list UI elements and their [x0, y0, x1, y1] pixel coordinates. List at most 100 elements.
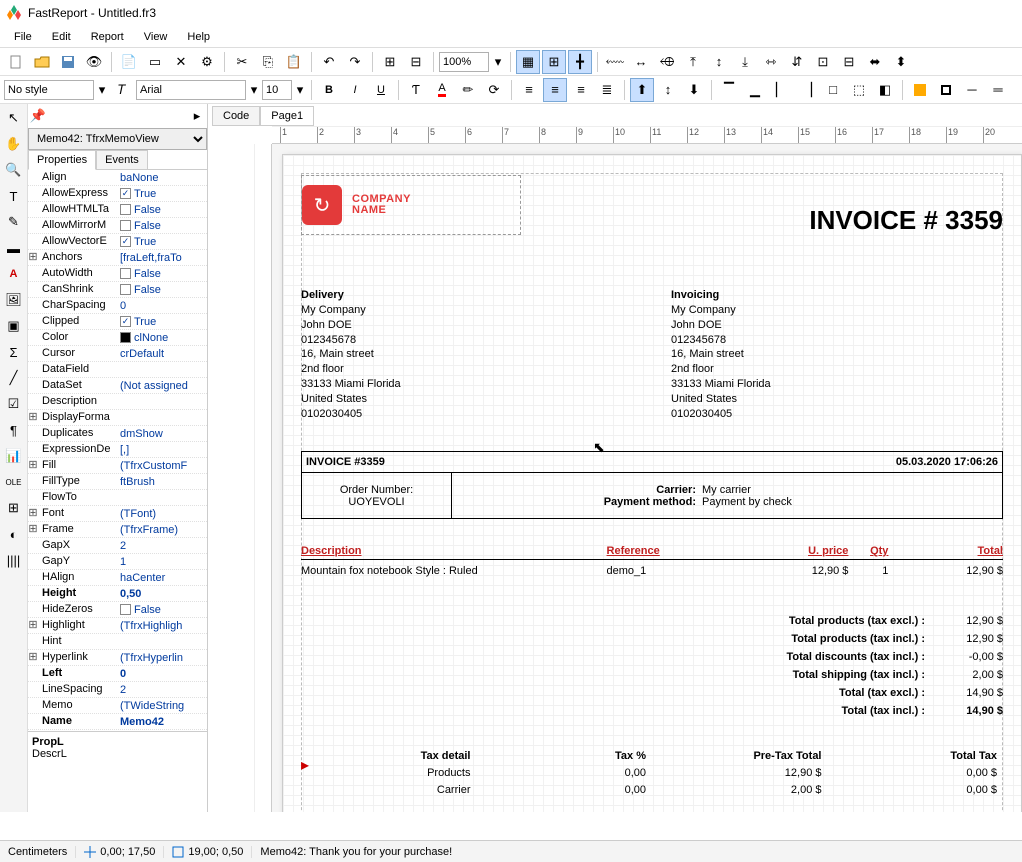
text-center-button[interactable]: ≡: [543, 78, 567, 102]
prop-row[interactable]: DuplicatesdmShow: [28, 426, 207, 442]
preview-button[interactable]: 👁: [82, 50, 106, 74]
prop-row[interactable]: AutoWidthFalse: [28, 266, 207, 282]
zoom-dropdown[interactable]: ▾: [491, 50, 505, 74]
italic-button[interactable]: I: [343, 78, 367, 102]
tab-events[interactable]: Events: [96, 150, 148, 169]
save-button[interactable]: [56, 50, 80, 74]
prop-row[interactable]: ⊞Fill(TfrxCustomF: [28, 458, 207, 474]
chart-tool[interactable]: 📊: [2, 444, 26, 468]
undo-button[interactable]: ↶: [317, 50, 341, 74]
prop-row[interactable]: AllowMirrorMFalse: [28, 218, 207, 234]
format-tool[interactable]: ✎: [2, 210, 26, 234]
cut-button[interactable]: ✂: [230, 50, 254, 74]
line-item-row[interactable]: Mountain fox notebook Style : Ruled demo…: [301, 565, 1003, 577]
prop-row[interactable]: ExpressionDe[,]: [28, 442, 207, 458]
new-dialog-button[interactable]: ▭: [143, 50, 167, 74]
prop-row[interactable]: DataSet(Not assigned: [28, 378, 207, 394]
rotate-button[interactable]: ⟳: [482, 78, 506, 102]
frame-right-button[interactable]: ▕: [795, 78, 819, 102]
prop-row[interactable]: Hint: [28, 634, 207, 650]
memo-tool[interactable]: A: [2, 262, 26, 286]
richtext-tool[interactable]: ¶: [2, 418, 26, 442]
menu-file[interactable]: File: [4, 29, 42, 45]
delivery-address[interactable]: Delivery My CompanyJohn DOE 01234567816,…: [301, 288, 401, 422]
prop-row[interactable]: AllowVectorE✓True: [28, 234, 207, 250]
center-v-button[interactable]: ⊟: [837, 50, 861, 74]
band-tool[interactable]: ▬: [2, 236, 26, 260]
prop-row[interactable]: GapY1: [28, 554, 207, 570]
new-page-button[interactable]: 📄: [117, 50, 141, 74]
prop-row[interactable]: Clipped✓True: [28, 314, 207, 330]
hand-tool[interactable]: ✋: [2, 132, 26, 156]
prop-row[interactable]: ⊞Hyperlink(TfrxHyperlin: [28, 650, 207, 666]
snap-button[interactable]: ⊞: [542, 50, 566, 74]
text-justify-button[interactable]: ≣: [595, 78, 619, 102]
fontsize-dropdown[interactable]: ▾: [294, 78, 306, 102]
sysmemo-tool[interactable]: Σ: [2, 340, 26, 364]
inspector-close-icon[interactable]: ▸: [189, 108, 205, 124]
guides-button[interactable]: ╋: [568, 50, 592, 74]
new-button[interactable]: [4, 50, 28, 74]
prop-row[interactable]: AllowExpress✓True: [28, 186, 207, 202]
prop-row[interactable]: Description: [28, 394, 207, 410]
font-combo[interactable]: [136, 80, 246, 100]
frame-top-button[interactable]: ▔: [717, 78, 741, 102]
font-settings-button[interactable]: Ƭ: [404, 78, 428, 102]
prop-row[interactable]: CanShrinkFalse: [28, 282, 207, 298]
prop-row[interactable]: AlignbaNone: [28, 170, 207, 186]
tab-code[interactable]: Code: [212, 106, 260, 126]
prop-row[interactable]: LineSpacing2: [28, 682, 207, 698]
inspector-pin-icon[interactable]: 📌: [30, 108, 46, 124]
prop-row[interactable]: FillTypeftBrush: [28, 474, 207, 490]
prop-row[interactable]: CharSpacing0: [28, 298, 207, 314]
prop-row[interactable]: ⊞Highlight(TfrxHighligh: [28, 618, 207, 634]
open-button[interactable]: [30, 50, 54, 74]
fontsize-combo[interactable]: [262, 80, 292, 100]
subreport-tool[interactable]: ▣: [2, 314, 26, 338]
text-tool[interactable]: T: [2, 184, 26, 208]
text-top-button[interactable]: ⬆: [630, 78, 654, 102]
delete-page-button[interactable]: ✕: [169, 50, 193, 74]
property-grid[interactable]: AlignbaNoneAllowExpress✓TrueAllowHTMLTaF…: [28, 170, 207, 732]
invoice-info-row[interactable]: Order Number: UOYEVOLI Carrier:My carrie…: [301, 473, 1003, 519]
style-combo[interactable]: [4, 80, 94, 100]
zoom-combo[interactable]: [439, 52, 489, 72]
select-tool[interactable]: ↖: [2, 106, 26, 130]
prop-row[interactable]: HAlignhaCenter: [28, 570, 207, 586]
ruler-horizontal[interactable]: 1234567891011121314151617181920: [272, 126, 1022, 144]
tab-page1[interactable]: Page1: [260, 106, 314, 126]
font-dropdown[interactable]: ▾: [248, 78, 260, 102]
frame-left-button[interactable]: ▏: [769, 78, 793, 102]
line-items-header[interactable]: Description Reference U. price Qty Total: [301, 545, 1003, 560]
align-bottom-button[interactable]: ⤓: [733, 50, 757, 74]
prop-row[interactable]: Height0,50: [28, 586, 207, 602]
space-h-button[interactable]: ⇿: [759, 50, 783, 74]
menu-edit[interactable]: Edit: [42, 29, 81, 45]
zoom-tool[interactable]: 🔍: [2, 158, 26, 182]
prop-row[interactable]: FlowTo: [28, 490, 207, 506]
prop-row[interactable]: ColorclNone: [28, 330, 207, 346]
space-v-button[interactable]: ⇵: [785, 50, 809, 74]
underline-button[interactable]: U: [369, 78, 393, 102]
bold-button[interactable]: B: [317, 78, 341, 102]
prop-row[interactable]: Memo(TWideString: [28, 698, 207, 714]
menu-report[interactable]: Report: [81, 29, 134, 45]
prop-row[interactable]: CursorcrDefault: [28, 346, 207, 362]
frame-none-button[interactable]: ⬚: [847, 78, 871, 102]
prop-row[interactable]: ⊞Anchors[fraLeft,fraTo: [28, 250, 207, 266]
align-center-h-button[interactable]: ↔: [629, 50, 653, 74]
align-left-button[interactable]: ⬳: [603, 50, 627, 74]
frame-shadow-button[interactable]: ◧: [873, 78, 897, 102]
prop-row[interactable]: ⊞Frame(TfrxFrame): [28, 522, 207, 538]
align-right-button[interactable]: ⬲: [655, 50, 679, 74]
picture-tool[interactable]: 🖼: [2, 288, 26, 312]
ruler-vertical[interactable]: [254, 144, 272, 812]
frame-all-button[interactable]: □: [821, 78, 845, 102]
menu-view[interactable]: View: [134, 29, 178, 45]
copy-button[interactable]: ⎘: [256, 50, 280, 74]
fill-color-button[interactable]: [908, 78, 932, 102]
frame-width-button[interactable]: ═: [986, 78, 1010, 102]
font-color-button[interactable]: A: [430, 78, 454, 102]
prop-row[interactable]: HideZerosFalse: [28, 602, 207, 618]
checkbox-tool[interactable]: ☑: [2, 392, 26, 416]
